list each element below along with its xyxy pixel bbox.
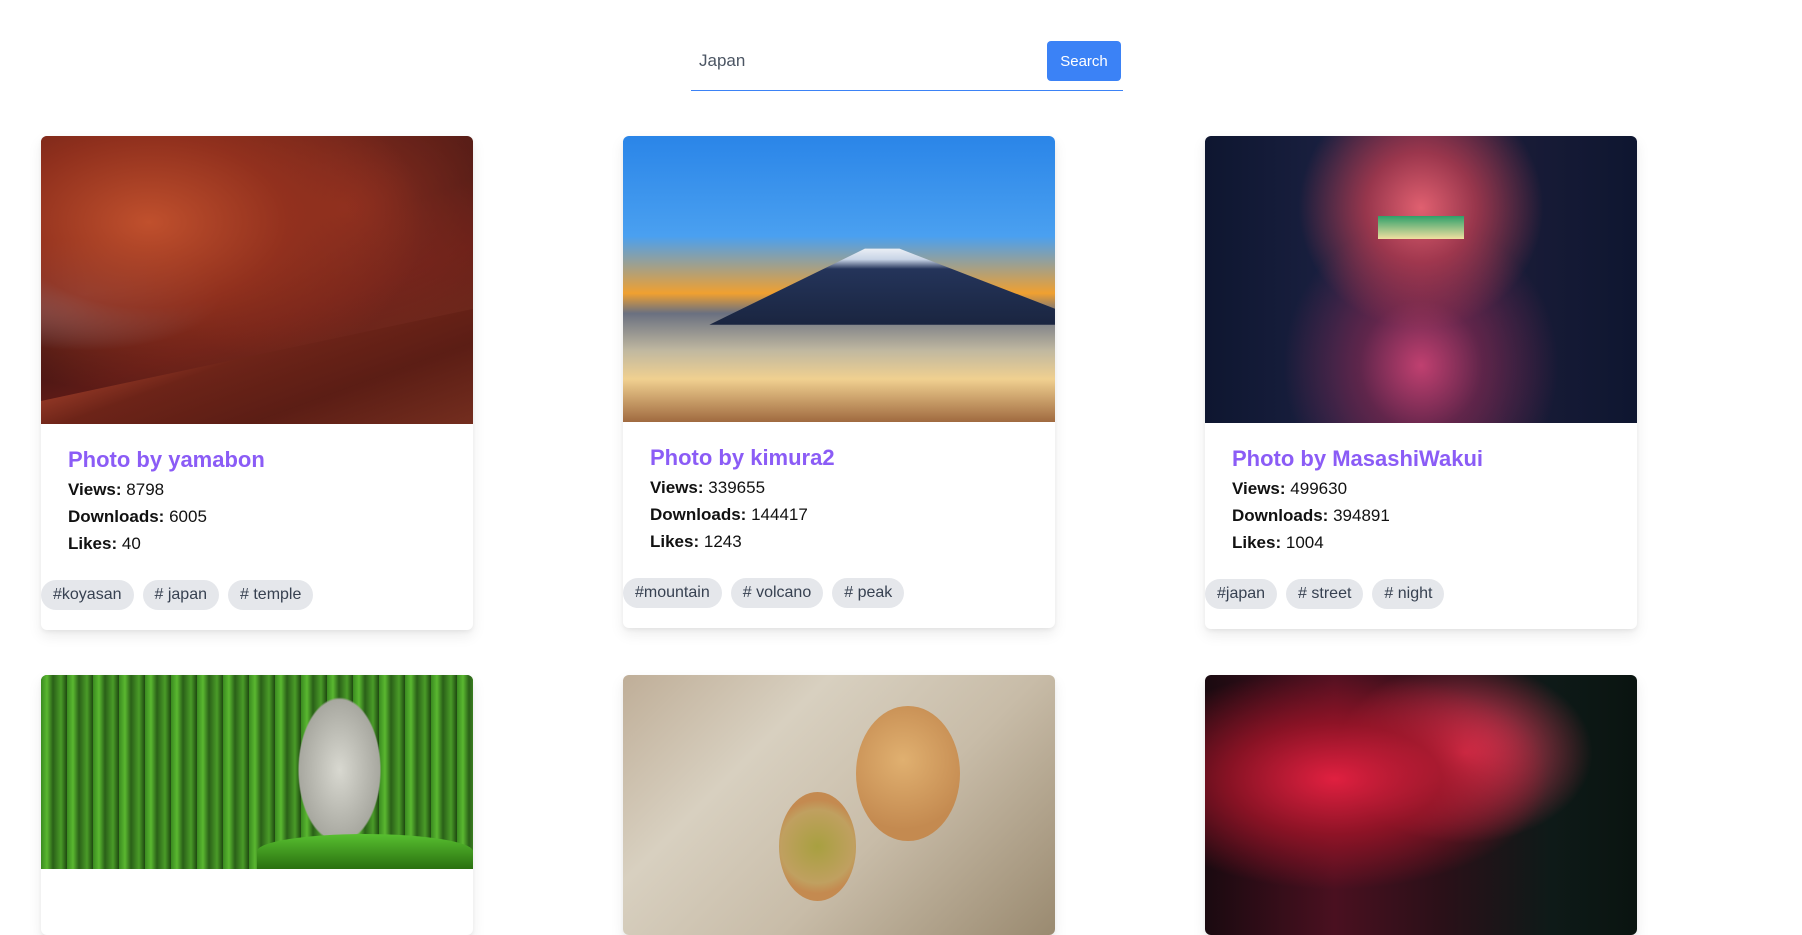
tea-pot <box>856 706 960 842</box>
downloads-value: 6005 <box>169 507 207 526</box>
views-label: Views: <box>68 480 122 499</box>
tag[interactable]: # volcano <box>730 578 824 608</box>
tag[interactable]: #mountain <box>623 578 722 608</box>
downloads-stat: Downloads: 144417 <box>650 501 1028 528</box>
likes-value: 40 <box>121 534 141 553</box>
photo-image[interactable] <box>1205 136 1637 423</box>
views-label: Views: <box>650 478 704 497</box>
stone-stack <box>291 686 387 854</box>
likes-stat: Likes: 40 <box>68 530 446 557</box>
downloads-stat: Downloads: 6005 <box>68 503 446 530</box>
likes-value: 1243 <box>703 532 742 551</box>
tag[interactable]: # japan <box>142 580 219 610</box>
views-stat: Views: 499630 <box>1232 475 1610 502</box>
likes-label: Likes: <box>650 532 700 551</box>
photo-card[interactable] <box>41 675 473 935</box>
tag[interactable]: #japan <box>1205 579 1278 609</box>
photo-image[interactable] <box>623 136 1055 422</box>
shop-sign <box>1377 216 1465 240</box>
photo-image[interactable] <box>41 136 473 424</box>
likes-stat: Likes: 1004 <box>1232 529 1610 556</box>
downloads-label: Downloads: <box>1232 506 1329 525</box>
photo-author-title: Photo by kimura2 <box>650 445 835 470</box>
tag[interactable]: #koyasan <box>41 580 134 610</box>
tag[interactable]: # night <box>1372 579 1445 609</box>
card-body: Photo by yamabon Views: 8798 Downloads: … <box>41 424 473 580</box>
views-value: 339655 <box>708 478 766 497</box>
search-input[interactable] <box>691 41 1041 81</box>
card-body: Photo by MasashiWakui Views: 499630 Down… <box>1205 423 1637 579</box>
likes-stat: Likes: 1243 <box>650 528 1028 555</box>
downloads-value: 144417 <box>751 505 808 524</box>
photo-card[interactable]: Photo by MasashiWakui Views: 499630 Down… <box>1205 136 1637 629</box>
mountain-shape <box>709 248 1055 325</box>
search-button[interactable]: Search <box>1047 41 1121 81</box>
moss <box>257 834 473 869</box>
photo-card[interactable] <box>1205 675 1637 935</box>
tag-list: #japan # street # night <box>1205 579 1637 629</box>
tag[interactable]: # street <box>1286 579 1364 609</box>
photo-author-title: Photo by yamabon <box>68 447 265 472</box>
tag-list: #koyasan # japan # temple <box>41 580 473 630</box>
photo-image[interactable] <box>1205 675 1637 935</box>
tea-cup <box>778 792 857 902</box>
downloads-label: Downloads: <box>68 507 165 526</box>
views-stat: Views: 8798 <box>68 476 446 503</box>
tag-list: #mountain # volcano # peak <box>623 578 1055 628</box>
likes-label: Likes: <box>68 534 118 553</box>
views-value: 499630 <box>1290 479 1348 498</box>
photo-image[interactable] <box>623 675 1055 935</box>
tag[interactable]: # peak <box>832 578 905 608</box>
downloads-label: Downloads: <box>650 505 747 524</box>
photo-card[interactable]: Photo by kimura2 Views: 339655 Downloads… <box>623 136 1055 628</box>
downloads-value: 394891 <box>1333 506 1390 525</box>
card-body: Photo by kimura2 Views: 339655 Downloads… <box>623 422 1055 578</box>
tag[interactable]: # temple <box>228 580 314 610</box>
temple-roof <box>41 308 473 424</box>
photo-image[interactable] <box>41 675 473 869</box>
photo-card[interactable] <box>623 675 1055 935</box>
views-value: 8798 <box>126 480 165 499</box>
views-label: Views: <box>1232 479 1286 498</box>
likes-value: 1004 <box>1285 533 1324 552</box>
search-bar: Search <box>691 41 1123 91</box>
views-stat: Views: 339655 <box>650 474 1028 501</box>
photo-card[interactable]: Photo by yamabon Views: 8798 Downloads: … <box>41 136 473 630</box>
photo-author-title: Photo by MasashiWakui <box>1232 446 1484 471</box>
likes-label: Likes: <box>1232 533 1282 552</box>
downloads-stat: Downloads: 394891 <box>1232 502 1610 529</box>
